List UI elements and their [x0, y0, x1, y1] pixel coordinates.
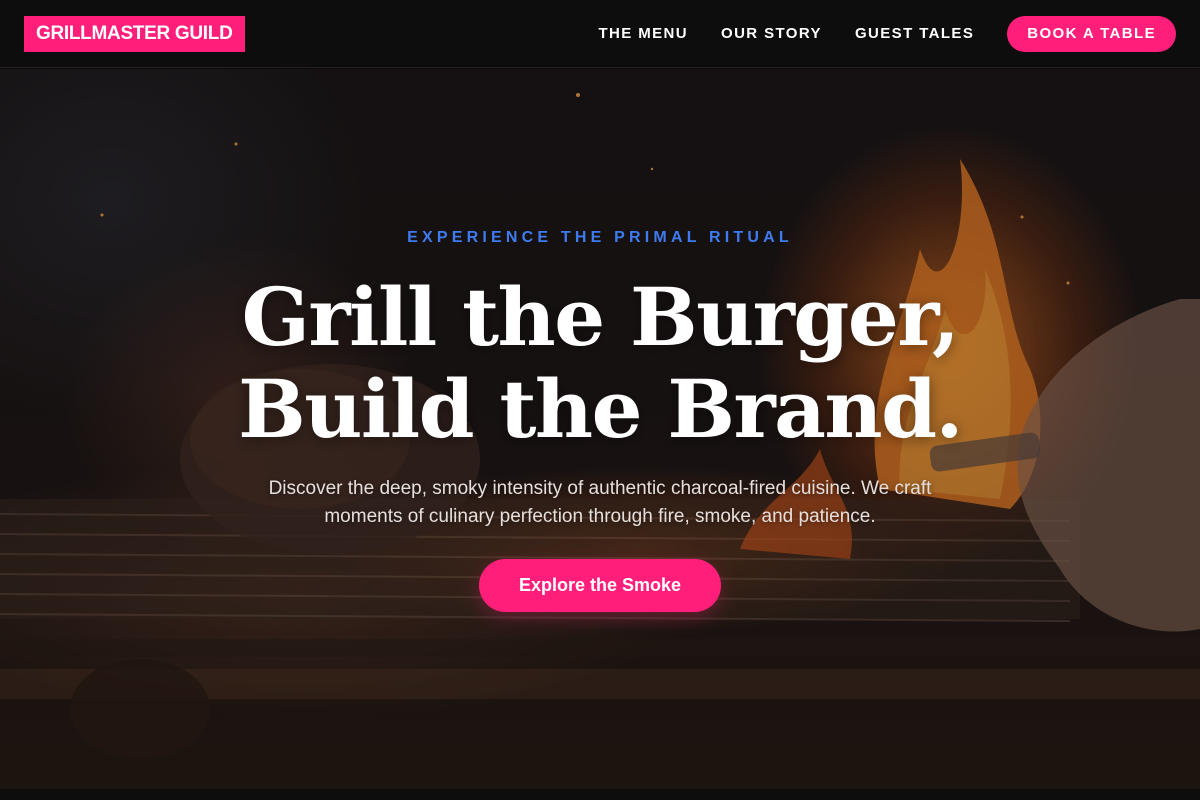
hero-section: EXPERIENCE THE PRIMAL RITUAL Grill the B…: [0, 69, 1200, 789]
site-header: GRILLMASTER GUILD THE MENU OUR STORY GUE…: [0, 0, 1200, 68]
hero-description: Discover the deep, smoky intensity of au…: [268, 478, 932, 527]
hero-eyebrow: EXPERIENCE THE PRIMAL RITUAL: [407, 229, 793, 246]
headline-line-1: Grill the Burger,: [241, 270, 960, 364]
book-table-button[interactable]: BOOK A TABLE: [1007, 15, 1176, 52]
nav-link-menu[interactable]: THE MENU: [598, 25, 688, 42]
brand-logo[interactable]: GRILLMASTER GUILD: [24, 15, 245, 52]
nav-link-guest-tales[interactable]: GUEST TALES: [855, 25, 974, 42]
nav-link-our-story[interactable]: OUR STORY: [721, 25, 822, 42]
hero-headline: Grill the Burger, Build the Brand.: [238, 270, 963, 456]
page-bottom-edge: [0, 789, 1200, 800]
explore-smoke-button[interactable]: Explore the Smoke: [479, 559, 721, 612]
hero-content: EXPERIENCE THE PRIMAL RITUAL Grill the B…: [0, 69, 1200, 789]
main-nav: THE MENU OUR STORY GUEST TALES BOOK A TA…: [598, 15, 1176, 52]
headline-line-2: Build the Brand.: [238, 362, 963, 456]
